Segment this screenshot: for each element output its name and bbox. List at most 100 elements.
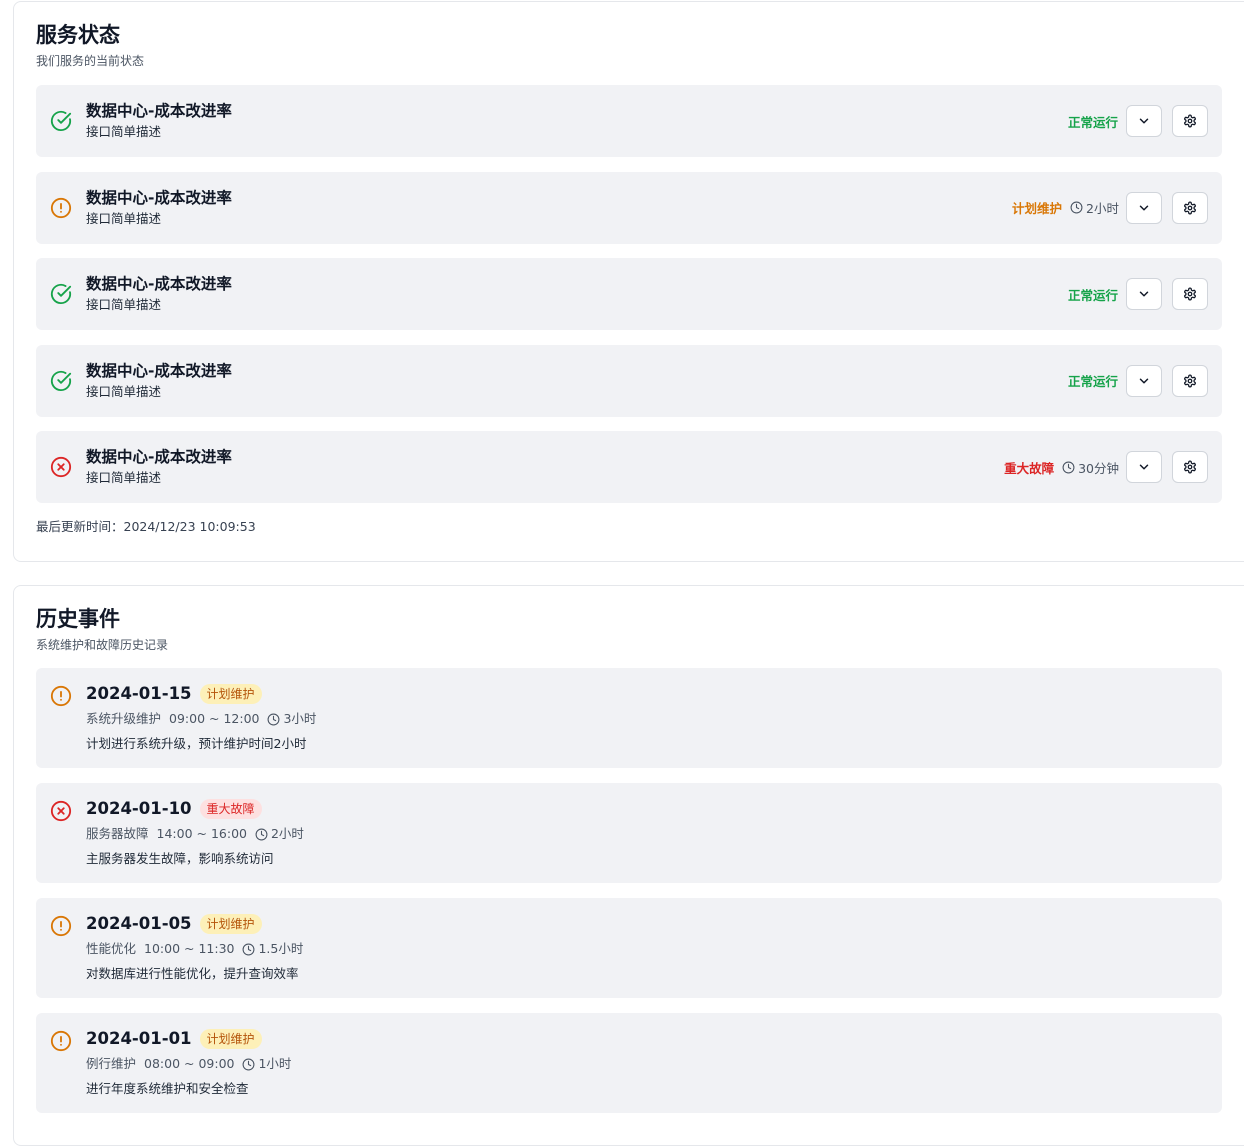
event-type-badge: 计划维护	[199, 1029, 262, 1049]
duration-indicator: 1.5小时	[242, 940, 303, 958]
service-name: 数据中心-成本改进率	[86, 361, 232, 380]
service-list: 数据中心-成本改进率 接口简单描述 正常运行 数据中心-成本改进率 接口简单描述…	[36, 85, 1230, 503]
history-section-subtitle: 系统维护和故障历史记录	[36, 638, 169, 652]
expand-button[interactable]	[1126, 364, 1162, 397]
last-updated-text: 最后更新时间：2024/12/23 10:09:53	[36, 518, 256, 534]
chevron-down-icon	[1137, 201, 1151, 215]
event-duration: 3小时	[283, 711, 317, 726]
service-actions: 重大故障 30分钟	[1004, 449, 1208, 485]
event-date: 2024-01-15	[86, 684, 192, 703]
expand-button[interactable]	[1126, 451, 1162, 483]
clock-icon	[1070, 201, 1086, 214]
event-header: 2024-01-05 计划维护	[86, 912, 262, 936]
clock-icon	[267, 713, 283, 726]
settings-button[interactable]	[1172, 278, 1208, 310]
service-row: 数据中心-成本改进率 接口简单描述 正常运行	[36, 85, 1222, 157]
expand-button[interactable]	[1126, 191, 1162, 224]
alert-circle-icon	[50, 1030, 72, 1052]
history-event-row: 2024-01-15 计划维护 系统升级维护 09:00 ~ 12:00 3小时…	[36, 668, 1222, 768]
settings-button[interactable]	[1172, 191, 1208, 224]
check-circle-icon	[50, 283, 72, 305]
history-list: 2024-01-15 计划维护 系统升级维护 09:00 ~ 12:00 3小时…	[36, 668, 1230, 1113]
x-circle-icon	[50, 800, 72, 822]
duration-indicator: 1小时	[242, 1055, 291, 1073]
service-description: 接口简单描述	[86, 383, 162, 399]
duration-indicator: 3小时	[267, 710, 316, 728]
service-status-card: 服务状态 我们服务的当前状态 数据中心-成本改进率 接口简单描述 正常运行 数据…	[13, 1, 1244, 562]
service-name: 数据中心-成本改进率	[86, 188, 232, 207]
service-name: 数据中心-成本改进率	[86, 102, 232, 120]
alert-circle-icon	[50, 685, 72, 707]
event-header: 2024-01-01 计划维护	[86, 1027, 262, 1051]
event-header: 2024-01-10 重大故障	[86, 797, 262, 821]
event-name: 例行维护	[86, 1056, 137, 1071]
settings-button[interactable]	[1172, 451, 1208, 483]
chevron-down-icon	[1137, 460, 1151, 474]
event-header: 2024-01-15 计划维护	[86, 682, 262, 706]
check-circle-icon	[50, 370, 72, 392]
event-meta: 例行维护 08:00 ~ 09:00 1小时	[86, 1055, 291, 1073]
status-section-subtitle: 我们服务的当前状态	[36, 54, 145, 68]
event-name: 性能优化	[86, 941, 137, 956]
event-time-range: 14:00 ~ 16:00	[156, 826, 247, 841]
event-date: 2024-01-01	[86, 1029, 192, 1048]
service-description: 接口简单描述	[86, 470, 162, 485]
settings-button[interactable]	[1172, 105, 1208, 137]
service-row: 数据中心-成本改进率 接口简单描述 计划维护 2小时	[36, 171, 1222, 244]
service-actions: 正常运行	[1068, 276, 1208, 312]
history-event-row: 2024-01-10 重大故障 服务器故障 14:00 ~ 16:00 2小时 …	[36, 783, 1222, 883]
service-name: 数据中心-成本改进率	[86, 275, 232, 293]
event-duration: 1.5小时	[258, 941, 304, 956]
alert-circle-icon	[50, 915, 72, 937]
gear-icon	[1183, 201, 1197, 215]
event-time-range: 09:00 ~ 12:00	[169, 711, 260, 726]
gear-icon	[1183, 460, 1197, 474]
event-date: 2024-01-10	[86, 799, 192, 818]
event-description: 主服务器发生故障，影响系统访问	[86, 851, 274, 866]
event-type-badge: 计划维护	[199, 914, 262, 934]
service-status-label: 正常运行	[1067, 374, 1118, 389]
event-description: 对数据库进行性能优化，提升查询效率	[86, 966, 299, 981]
gear-icon	[1183, 114, 1197, 128]
event-time-range: 08:00 ~ 09:00	[144, 1056, 235, 1071]
gear-icon	[1183, 287, 1197, 301]
history-section-title: 历史事件	[36, 607, 120, 631]
x-circle-icon	[50, 456, 72, 478]
chevron-down-icon	[1137, 374, 1151, 388]
event-meta: 服务器故障 14:00 ~ 16:00 2小时	[86, 825, 304, 843]
history-event-row: 2024-01-01 计划维护 例行维护 08:00 ~ 09:00 1小时 进…	[36, 1013, 1222, 1113]
service-row: 数据中心-成本改进率 接口简单描述 正常运行	[36, 344, 1222, 417]
event-date: 2024-01-05	[86, 914, 192, 933]
service-actions: 计划维护 2小时	[1012, 190, 1208, 226]
event-duration: 1小时	[258, 1056, 292, 1071]
service-status-label: 计划维护	[1012, 201, 1063, 216]
event-name: 系统升级维护	[86, 711, 162, 726]
event-type-badge: 计划维护	[199, 684, 262, 704]
clock-icon	[242, 943, 258, 956]
chevron-down-icon	[1137, 114, 1151, 128]
duration-text: 30分钟	[1078, 460, 1119, 476]
clock-icon	[242, 1058, 258, 1071]
service-status-label: 正常运行	[1067, 287, 1118, 303]
clock-icon	[1062, 461, 1078, 474]
service-description: 接口简单描述	[86, 210, 162, 226]
expand-button[interactable]	[1126, 278, 1162, 310]
event-type-badge: 重大故障	[199, 799, 262, 819]
event-meta: 系统升级维护 09:00 ~ 12:00 3小时	[86, 710, 316, 728]
settings-button[interactable]	[1172, 364, 1208, 397]
status-section-title: 服务状态	[36, 23, 120, 47]
service-row: 数据中心-成本改进率 接口简单描述 正常运行	[36, 258, 1222, 330]
service-actions: 正常运行	[1068, 103, 1208, 139]
duration-text: 2小时	[1086, 201, 1119, 216]
duration-indicator: 2小时	[255, 825, 304, 843]
history-event-row: 2024-01-05 计划维护 性能优化 10:00 ~ 11:30 1.5小时…	[36, 898, 1222, 998]
service-status-label: 正常运行	[1067, 114, 1118, 130]
expand-button[interactable]	[1126, 105, 1162, 137]
service-name: 数据中心-成本改进率	[86, 448, 232, 466]
service-description: 接口简单描述	[86, 124, 162, 139]
service-description: 接口简单描述	[86, 297, 162, 312]
history-events-card: 历史事件 系统维护和故障历史记录 2024-01-15 计划维护 系统升级维护 …	[13, 585, 1244, 1146]
duration-indicator: 30分钟	[1062, 458, 1119, 477]
event-description: 进行年度系统维护和安全检查	[86, 1081, 249, 1096]
event-description: 计划进行系统升级，预计维护时间2小时	[86, 736, 307, 751]
